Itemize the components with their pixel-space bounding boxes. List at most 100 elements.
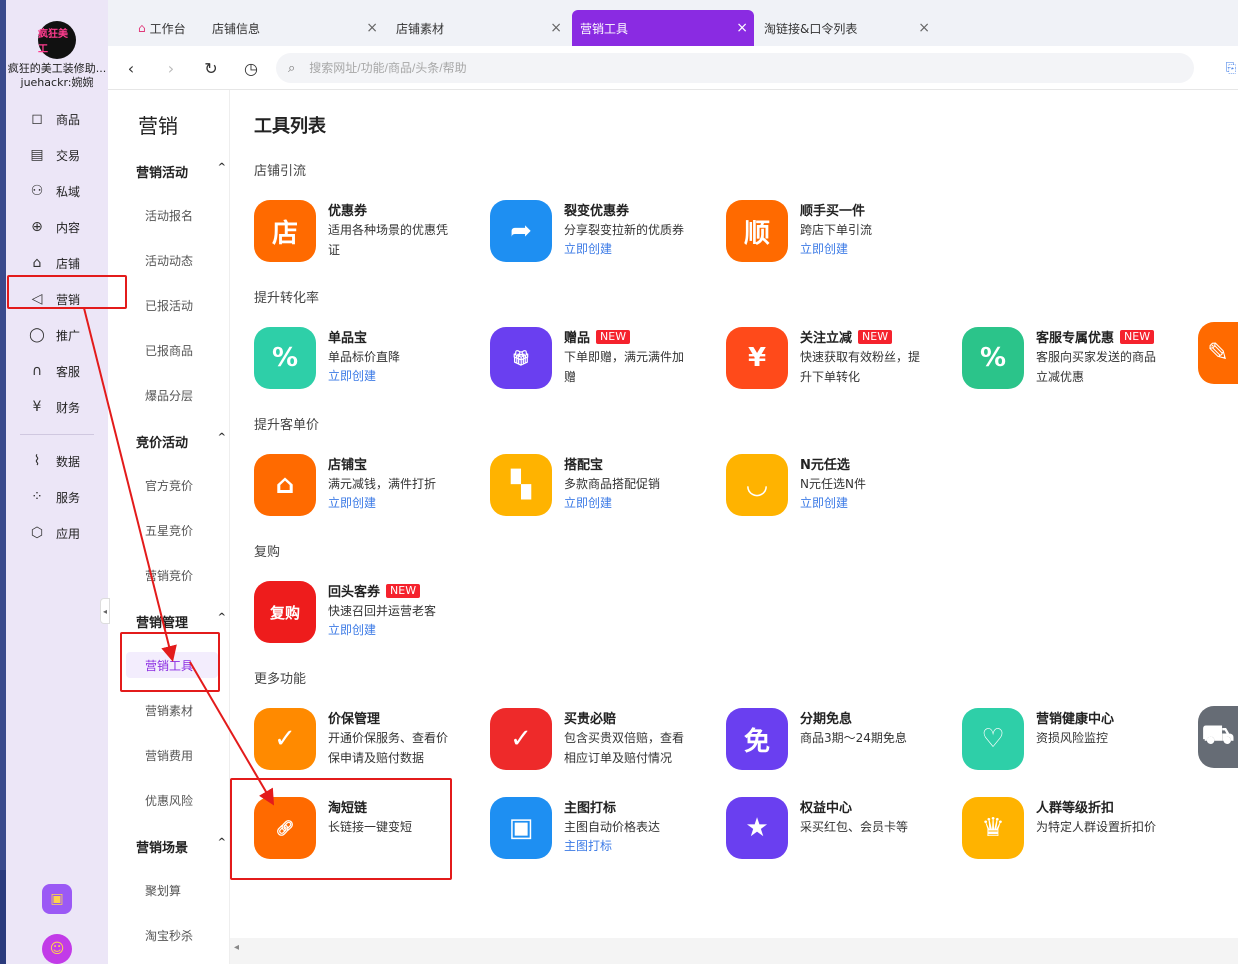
assistant-app-icon[interactable]: ☺ (42, 934, 72, 964)
refresh-icon[interactable]: ↻ (200, 57, 222, 79)
menu-item-official-bidding[interactable]: 官方竞价 (145, 477, 193, 494)
menu-item-registered-activities[interactable]: 已报活动 (145, 297, 193, 314)
tool-card[interactable]: ✓ 买贵必赔 包含买贵双倍赔，查看相应订单及赔付情况 (490, 702, 726, 774)
tool-description: 客服向买家发送的商品立减优惠 (1036, 350, 1157, 384)
rail-item-content[interactable]: ⊕ 内容 (28, 217, 80, 237)
rail-item-data[interactable]: ⌇ 数据 (28, 451, 80, 471)
tool-card[interactable]: ✓ 价保管理 开通价保服务、查看价保申请及赔付数据 (254, 702, 490, 774)
menu-item-activity-signup[interactable]: 活动报名 (145, 207, 193, 224)
scroll-left-icon[interactable]: ◂ (234, 942, 239, 953)
group-marketing-activities[interactable]: 营销活动 ^ (136, 162, 226, 181)
close-icon[interactable]: × (918, 20, 930, 36)
tab-marketing-tools[interactable]: 营销工具 × (572, 10, 754, 46)
tool-name[interactable]: 搭配宝 (564, 454, 603, 473)
tool-name[interactable]: 人群等级折扣 (1036, 797, 1114, 816)
tool-card[interactable]: ➦ 裂变优惠券 分享裂变拉新的优质券 立即创建 (490, 194, 726, 266)
tool-card-partial-edit[interactable]: ✎ (1198, 316, 1238, 388)
tool-card[interactable]: ♡ 营销健康中心 资损风险监控 (962, 702, 1198, 774)
tool-card[interactable]: ▣ 主图打标 主图自动价格表达 主图打标 (490, 791, 726, 863)
tool-card[interactable]: 顺顺手买一件 跨店下单引流 立即创建 (726, 194, 962, 266)
tool-card[interactable]: ⌂ 店铺宝 满元减钱，满件打折 立即创建 (254, 448, 490, 520)
tool-name[interactable]: 优惠券 (328, 200, 367, 219)
tool-name[interactable]: 价保管理 (328, 708, 380, 727)
book-tag-icon: ▣ (490, 797, 552, 859)
menu-item-activity-news[interactable]: 活动动态 (145, 252, 193, 269)
tool-name[interactable]: 裂变优惠券 (564, 200, 629, 219)
menu-item-five-star-bidding[interactable]: 五星竞价 (145, 522, 193, 539)
create-now-link[interactable]: 立即创建 (800, 494, 848, 511)
tool-name[interactable]: 顺手买一件 (800, 200, 865, 219)
tool-name[interactable]: 回头客券 NEW (328, 581, 421, 600)
rail-item-promotion[interactable]: ◯ 推广 (28, 325, 80, 345)
group-marketing-scenarios[interactable]: 营销场景 ^ (136, 837, 226, 856)
horizontal-scrollbar[interactable]: ◂ (230, 938, 1238, 964)
create-now-link[interactable]: 立即创建 (564, 240, 612, 257)
menu-item-registered-products[interactable]: 已报商品 (145, 342, 193, 359)
tool-card[interactable]: 复购 回头客券 NEW 快速召回并运营老客 立即创建 (254, 575, 490, 647)
rail-item-apps[interactable]: ⬡ 应用 (28, 523, 80, 543)
tool-card[interactable]: % 单品宝 单品标价直降 立即创建 (254, 321, 490, 393)
create-now-link[interactable]: 立即创建 (564, 494, 612, 511)
tool-card[interactable]: ▚ 搭配宝 多款商品搭配促销 立即创建 (490, 448, 726, 520)
shop-avatar[interactable]: 疯狂美工 (38, 21, 76, 59)
tool-card[interactable]: ★ 权益中心 采买红包、会员卡等 (726, 791, 962, 863)
rail-item-services[interactable]: ⁘ 服务 (28, 487, 80, 507)
rail-item-finance[interactable]: ¥ 财务 (28, 397, 80, 417)
tab-store-assets[interactable]: 店铺素材 × (388, 10, 568, 46)
tool-card[interactable]: ♛ 人群等级折扣 为特定人群设置折扣价 (962, 791, 1198, 863)
tool-description: 包含买贵双倍赔，查看相应订单及赔付情况 (564, 731, 685, 765)
menu-item-marketing-assets[interactable]: 营销素材 (145, 702, 193, 719)
gift-box-app-icon[interactable]: ▣ (42, 884, 72, 914)
rail-item-trade[interactable]: ▤ 交易 (28, 145, 80, 165)
back-icon[interactable]: ‹ (120, 57, 142, 79)
tab-workbench[interactable]: ⌂ 工作台 (130, 10, 210, 46)
tool-card[interactable]: % 客服专属优惠 NEW 客服向买家发送的商品立减优惠 (962, 321, 1198, 393)
menu-item-discount-risk[interactable]: 优惠风险 (145, 792, 193, 809)
menu-item-marketing-costs[interactable]: 营销费用 (145, 747, 193, 764)
history-icon[interactable]: ◷ (240, 57, 262, 79)
tool-name[interactable]: 分期免息 (800, 708, 852, 727)
tool-description: 主图自动价格表达 (564, 820, 661, 834)
rail-item-goods[interactable]: ◻ 商品 (28, 109, 80, 129)
create-now-link[interactable]: 立即创建 (800, 240, 848, 257)
menu-item-marketing-bidding[interactable]: 营销竞价 (145, 567, 193, 584)
tool-name[interactable]: 主图打标 (564, 797, 616, 816)
tool-card[interactable]: 🎁︎ 赠品 NEW 下单即赠，满元满件加赠 (490, 321, 726, 393)
tool-card[interactable]: 免分期免息 商品3期～24期免息 (726, 702, 962, 774)
search-input[interactable] (309, 61, 1010, 75)
share-icon[interactable]: ⎘ (1220, 57, 1238, 79)
tab-taobao-links[interactable]: 淘链接&口令列表 × (756, 10, 936, 46)
menu-item-hot-tiers[interactable]: 爆品分层 (145, 387, 193, 404)
menu-item-taobao-flash-sale[interactable]: 淘宝秒杀 (145, 927, 193, 944)
close-icon[interactable]: × (366, 20, 378, 36)
tool-name[interactable]: 客服专属优惠 NEW (1036, 327, 1155, 346)
tool-name[interactable]: 店铺宝 (328, 454, 367, 473)
tool-card[interactable]: 店优惠券 适用各种场景的优惠凭证 (254, 194, 490, 266)
tool-name[interactable]: 关注立减 NEW (800, 327, 893, 346)
create-now-link[interactable]: 主图打标 (564, 837, 612, 854)
tool-name[interactable]: 单品宝 (328, 327, 367, 346)
tool-name[interactable]: 赠品 NEW (564, 327, 631, 346)
tool-name[interactable]: 营销健康中心 (1036, 708, 1114, 727)
collapse-sidebar-button[interactable]: ◂ (100, 598, 110, 624)
create-now-link[interactable]: 立即创建 (328, 621, 376, 638)
rail-item-store[interactable]: ⌂ 店铺 (28, 253, 80, 273)
group-marketing-management[interactable]: 营销管理 ^ (136, 612, 226, 631)
close-icon[interactable]: × (550, 20, 562, 36)
tool-card[interactable]: ◡ N元任选 N元任选N件 立即创建 (726, 448, 962, 520)
create-now-link[interactable]: 立即创建 (328, 494, 376, 511)
rail-item-private-domain[interactable]: ⚇ 私域 (28, 181, 80, 201)
search-bar[interactable]: ⌕ (276, 53, 1194, 83)
tool-name[interactable]: 权益中心 (800, 797, 852, 816)
forward-icon[interactable]: › (160, 57, 182, 79)
tool-card-partial-truck[interactable]: ⛟ (1198, 700, 1238, 772)
menu-item-juhuasuan[interactable]: 聚划算 (145, 882, 181, 899)
close-icon[interactable]: × (736, 20, 748, 36)
create-now-link[interactable]: 立即创建 (328, 367, 376, 384)
tab-store-info[interactable]: 店铺信息 × (204, 10, 384, 46)
tool-name[interactable]: N元任选 (800, 454, 850, 473)
tool-name[interactable]: 买贵必赔 (564, 708, 616, 727)
group-bidding-activities[interactable]: 竞价活动 ^ (136, 432, 226, 451)
rail-item-customer-service[interactable]: ∩ 客服 (28, 361, 80, 381)
tool-card[interactable]: ¥ 关注立减 NEW 快速获取有效粉丝，提升下单转化 (726, 321, 962, 393)
